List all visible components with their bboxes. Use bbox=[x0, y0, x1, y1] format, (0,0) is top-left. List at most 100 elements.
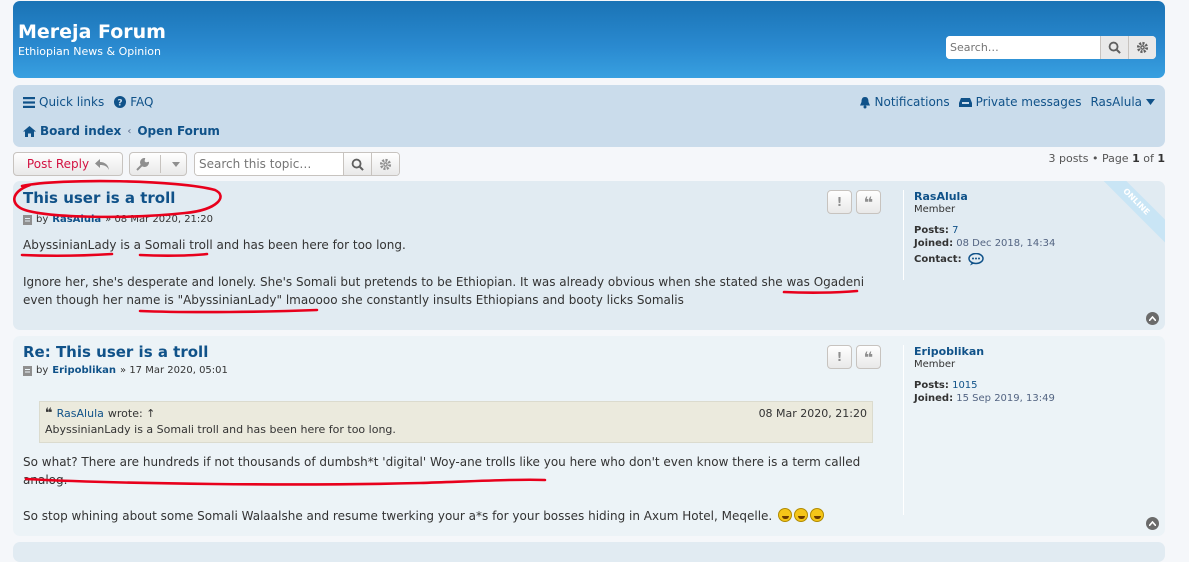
post-paragraph: So stop whining about some Somali Walaal… bbox=[23, 507, 893, 525]
wrench-icon bbox=[136, 157, 149, 171]
private-messages-label: Private messages bbox=[975, 95, 1082, 109]
profile-posts-link[interactable]: 7 bbox=[952, 225, 958, 236]
hamburger-icon bbox=[23, 96, 35, 108]
joined-label: Joined: bbox=[914, 393, 954, 404]
breadcrumb: Board index ‹ Open Forum bbox=[23, 123, 1155, 139]
search-topic-input[interactable] bbox=[195, 153, 343, 175]
profile-rank: Member bbox=[914, 359, 956, 370]
username-label: RasAlula bbox=[1090, 95, 1142, 109]
reply-icon bbox=[95, 158, 110, 170]
private-messages-link[interactable]: Private messages bbox=[958, 95, 1082, 109]
post-date: » 08 Mar 2020, 21:20 bbox=[105, 214, 214, 225]
quote-button[interactable]: ❝ bbox=[856, 345, 881, 369]
exclamation-icon: ! bbox=[836, 195, 843, 209]
file-icon bbox=[23, 214, 32, 225]
joined-date: 08 Dec 2018, 14:34 bbox=[956, 238, 1056, 249]
joined-date: 15 Sep 2019, 13:49 bbox=[956, 393, 1055, 404]
post: ONLINE This user is a troll by RasAlula … bbox=[13, 181, 1165, 330]
question-circle-icon: ? bbox=[114, 96, 127, 109]
post-buttons: ! ❝ bbox=[827, 190, 881, 214]
quick-links-menu[interactable]: Quick links bbox=[23, 95, 104, 109]
quote-block: ❝ RasAlula wrote: ↑ 08 Mar 2020, 21:20 A… bbox=[39, 401, 873, 443]
quick-links-label: Quick links bbox=[39, 95, 105, 109]
search-icon bbox=[1108, 41, 1121, 54]
by-label: by bbox=[36, 214, 49, 225]
exclamation-icon: ! bbox=[836, 350, 843, 364]
post-author-line: by RasAlula » 08 Mar 2020, 21:20 bbox=[23, 214, 213, 225]
quote-date: 08 Mar 2020, 21:20 bbox=[758, 407, 867, 420]
contact-label: Contact: bbox=[914, 254, 962, 265]
quote-text: AbyssinianLady is a Somali troll and has… bbox=[45, 423, 396, 436]
advanced-search-button[interactable] bbox=[1128, 36, 1156, 59]
quote-icon: ❝ bbox=[863, 347, 874, 367]
notifications-link[interactable]: Notifications bbox=[859, 95, 950, 109]
inbox-icon bbox=[958, 97, 972, 107]
profile-username[interactable]: Eripoblikan bbox=[914, 345, 1153, 358]
profile-username[interactable]: RasAlula bbox=[914, 190, 1153, 203]
faq-label: FAQ bbox=[130, 95, 154, 109]
post-reply-label: Post Reply bbox=[26, 157, 90, 171]
post-paragraph: So what? There are hundreds if not thous… bbox=[23, 455, 861, 487]
post-reply-button[interactable]: Post Reply bbox=[13, 152, 123, 176]
profile-posts: Posts: 7 bbox=[914, 224, 1153, 237]
gear-icon bbox=[379, 158, 392, 170]
topic-search-button[interactable] bbox=[343, 153, 371, 175]
search-button[interactable] bbox=[1100, 36, 1128, 59]
page-of: of bbox=[1143, 152, 1154, 165]
navbar: Quick links ? FAQ Notifications Private … bbox=[13, 85, 1165, 147]
site-title[interactable]: Mereja Forum bbox=[18, 21, 166, 43]
home-icon bbox=[23, 125, 36, 137]
faq-link[interactable]: ? FAQ bbox=[114, 95, 153, 109]
profile-posts-link[interactable]: 1015 bbox=[952, 380, 977, 391]
chat-bubble-icon[interactable] bbox=[967, 253, 984, 266]
post-title[interactable]: Re: This user is a troll bbox=[23, 343, 208, 361]
post-title[interactable]: This user is a troll bbox=[23, 189, 175, 207]
post-profile: RasAlula Member Posts: 7 Joined: 08 Dec … bbox=[903, 190, 1153, 280]
topic-tools-button[interactable] bbox=[129, 152, 187, 176]
search-input[interactable] bbox=[946, 36, 1100, 59]
svg-text:?: ? bbox=[118, 99, 123, 109]
post-author-link[interactable]: Eripoblikan bbox=[52, 365, 116, 376]
post-date: » 17 Mar 2020, 05:01 bbox=[120, 365, 228, 376]
back-to-top-button[interactable] bbox=[1146, 517, 1159, 530]
notifications-label: Notifications bbox=[874, 95, 950, 109]
post-profile: Eripoblikan Member Posts: 1015 Joined: 1… bbox=[903, 345, 1153, 515]
site-header: Mereja Forum Ethiopian News & Opinion bbox=[13, 1, 1165, 78]
post-content: AbyssinianLady is a Somali troll and has… bbox=[23, 236, 893, 309]
report-button[interactable]: ! bbox=[827, 190, 852, 214]
breadcrumb-open-forum[interactable]: Open Forum bbox=[137, 124, 220, 138]
profile-joined: Joined: 15 Sep 2019, 13:49 bbox=[914, 392, 1153, 405]
total-pages: 1 bbox=[1157, 152, 1165, 165]
quote-icon: ❝ bbox=[45, 406, 53, 421]
topic-search bbox=[194, 152, 400, 176]
breadcrumb-board-index[interactable]: Board index bbox=[40, 124, 121, 138]
quote-author-link[interactable]: RasAlula bbox=[57, 406, 104, 422]
post-paragraph-text: So stop whining about some Somali Walaal… bbox=[23, 509, 773, 523]
profile-contact: Contact: bbox=[914, 253, 1153, 266]
chevron-up-icon bbox=[1149, 316, 1156, 321]
tools-divider bbox=[160, 155, 161, 173]
report-button[interactable]: ! bbox=[827, 345, 852, 369]
user-menu[interactable]: RasAlula bbox=[1090, 95, 1155, 109]
quote-button[interactable]: ❝ bbox=[856, 190, 881, 214]
post: Re: This user is a troll by Eripoblikan … bbox=[13, 336, 1165, 536]
back-to-top-button[interactable] bbox=[1146, 312, 1159, 325]
post-count: 3 posts • Page bbox=[1048, 152, 1129, 165]
profile-rank: Member bbox=[914, 204, 956, 215]
laughing-emoji-icon bbox=[810, 508, 825, 522]
posts-label: Posts: bbox=[914, 380, 949, 391]
chevron-up-icon bbox=[1149, 521, 1156, 526]
joined-label: Joined: bbox=[914, 238, 954, 249]
posts-label: Posts: bbox=[914, 225, 949, 236]
caret-down-icon bbox=[1146, 99, 1155, 105]
pagination: 3 posts • Page 1 of 1 bbox=[1048, 152, 1165, 166]
gear-icon bbox=[1136, 41, 1149, 54]
laughing-emoji-icon bbox=[794, 508, 809, 522]
post-author-link[interactable]: RasAlula bbox=[52, 214, 101, 225]
post-paragraph: Ignore her, she's desperate and lonely. … bbox=[23, 275, 865, 307]
bell-icon bbox=[859, 96, 870, 108]
quote-wrote-label[interactable]: wrote: ↑ bbox=[108, 406, 156, 422]
post-buttons: ! ❝ bbox=[827, 345, 881, 369]
by-label: by bbox=[36, 365, 49, 376]
topic-advanced-search-button[interactable] bbox=[371, 153, 399, 175]
